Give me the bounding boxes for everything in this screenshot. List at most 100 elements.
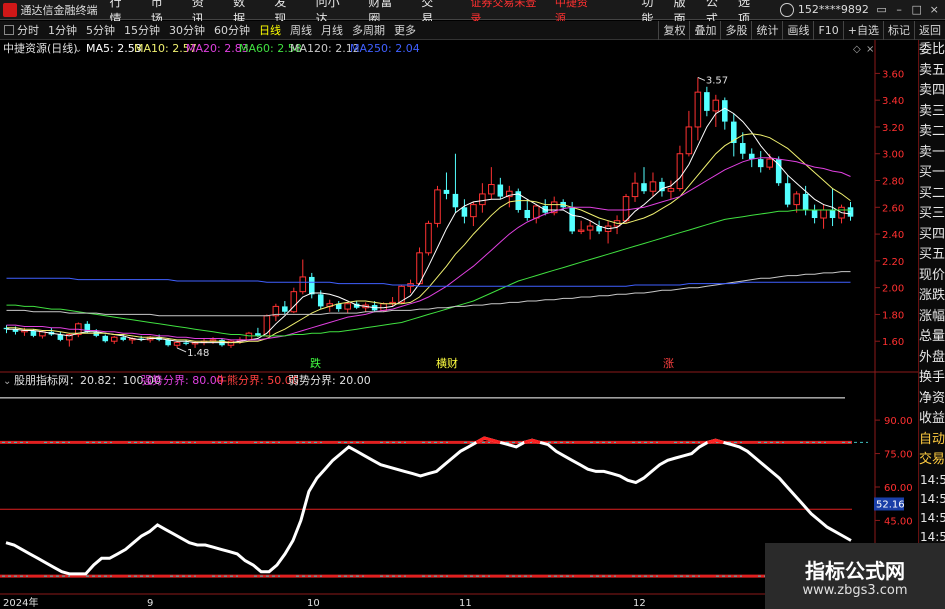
indicator-tick-label: 60.00 [884, 483, 913, 494]
quote-row-label: 委比 [919, 42, 945, 57]
quote-row-label: 现价 [919, 267, 945, 283]
chart-background [0, 40, 918, 609]
mark-button[interactable]: 标记 [883, 21, 914, 40]
candle-body-down [722, 100, 728, 122]
price-tick-label: 3.60 [882, 69, 904, 80]
candle-body-down [57, 334, 64, 340]
period-toolbar: 分时 1分钟 5分钟 15分钟 30分钟 60分钟 日线 周线 月线 多周期 更… [0, 21, 945, 40]
candle-body-up [470, 204, 477, 218]
date-tick: 2024年 [3, 596, 38, 609]
candle-body-down [461, 207, 468, 217]
quote-row-label: 外盘 [919, 349, 945, 365]
weak-threshold-label: 弱势分界: 20.00 [288, 374, 371, 387]
period-multi[interactable]: 多周期 [352, 22, 385, 38]
close-icon[interactable]: × [927, 3, 941, 16]
maximize-icon[interactable]: □ [910, 3, 924, 16]
quote-row-label: 买三 [919, 206, 945, 221]
candle-body-up [820, 209, 827, 219]
auto-trade-label[interactable]: 自动 [919, 430, 945, 451]
candle-body-up [793, 193, 800, 206]
period-intraday[interactable]: 分时 [17, 22, 39, 38]
watermark-url: www.zbgs3.com [802, 583, 908, 598]
multi-stock-button[interactable]: 多股 [720, 21, 751, 40]
quote-row-label: 卖三 [919, 103, 945, 119]
trade-label[interactable]: 交易 [919, 450, 945, 471]
candle-body-up [299, 276, 307, 293]
candle-body-down [569, 207, 575, 232]
candle-body-up [766, 158, 773, 168]
indicator-tick-label: 75.00 [884, 450, 913, 461]
price-tick-label: 1.60 [882, 337, 904, 348]
quote-row-label: 买五 [919, 247, 945, 262]
trade-time: 14:56 [920, 510, 945, 525]
user-name[interactable]: 152****9892 [798, 3, 869, 16]
period-1min[interactable]: 1分钟 [48, 22, 77, 38]
period-daily[interactable]: 日线 [259, 22, 281, 38]
candle-body-up [425, 222, 432, 254]
period-60min[interactable]: 60分钟 [214, 22, 250, 38]
candle-body-down [30, 330, 37, 336]
close-pane-icon[interactable]: × [866, 44, 874, 55]
chart-area[interactable]: 中捷资源(日线) ⌄ MA5: 2.53 MA10: 2.57 MA20: 2.… [0, 40, 918, 609]
candle-body-up [488, 184, 495, 195]
quote-row-label: 总量 [919, 329, 945, 344]
quote-side-panel: 委比 卖五 卖四 卖三 卖二 卖一 买一 买二 买三 买四 买五 现价 涨跌 涨幅 总量 外盘 换手 净资 收益 自动… [918, 40, 945, 609]
overlay-button[interactable]: 叠加 [689, 21, 720, 40]
quote-row-label: 卖四 [919, 83, 945, 98]
period-15min[interactable]: 15分钟 [124, 22, 160, 38]
back-button[interactable]: 返回 [914, 21, 945, 40]
candle-body-up [631, 182, 639, 198]
candle-body-down [784, 183, 791, 205]
price-tick-label: 3.20 [882, 123, 904, 134]
quote-row-label: 净资 [919, 390, 945, 406]
grid-icon[interactable] [4, 25, 14, 35]
indicator-current: 52.16 [874, 497, 905, 511]
settings-icon[interactable]: ◇ [853, 44, 861, 55]
mid-threshold-label: 牛熊分界: 50.00 [216, 373, 299, 387]
price-tick-label: 3.40 [882, 96, 904, 107]
minimize-icon[interactable]: – [892, 3, 906, 16]
candle-body-down [443, 189, 450, 194]
period-more[interactable]: 更多 [394, 22, 416, 38]
candle-body-down [704, 92, 710, 111]
f10-button[interactable]: F10 [813, 21, 842, 40]
strong-threshold-label: 强势分界: 80.00 [141, 374, 224, 387]
period-monthly[interactable]: 月线 [321, 22, 343, 38]
candle-body-down [308, 276, 315, 295]
candle-body-up [434, 189, 441, 224]
stats-button[interactable]: 统计 [751, 21, 782, 40]
watermark-title: 指标公式网 [805, 559, 905, 583]
candle-body-up [586, 225, 594, 231]
candle-body-down [811, 209, 818, 219]
candle-body-up [667, 188, 675, 192]
candle-body-down [802, 193, 809, 210]
adjust-button[interactable]: 复权 [658, 21, 689, 40]
quote-row-label: 买一 [919, 165, 945, 180]
candle-body-up [173, 342, 181, 346]
indicator-settings-icon[interactable]: ⌄ [3, 376, 11, 387]
period-weekly[interactable]: 周线 [290, 22, 312, 38]
app-logo-icon [3, 2, 17, 17]
watermark-badge: 指标公式网 www.zbgs3.com [765, 543, 945, 609]
add-watchlist-button[interactable]: +自选 [842, 21, 883, 40]
candle-body-up [110, 336, 118, 342]
candle-body-up [694, 91, 702, 128]
candle-body-up [622, 196, 630, 222]
period-5min[interactable]: 5分钟 [86, 22, 115, 38]
restore-icon[interactable]: ▭ [875, 3, 889, 16]
quote-row-label: 涨跌 [919, 288, 945, 303]
candle-body-down [452, 193, 459, 208]
quote-row-label: 买四 [919, 226, 945, 242]
quote-row-label: 涨幅 [919, 308, 945, 324]
chevron-down-icon[interactable]: ⌄ [74, 44, 82, 55]
current-value-label: 52.16 [876, 499, 905, 510]
user-icon[interactable] [780, 2, 794, 17]
date-tick: 12 [633, 598, 646, 609]
candle-body-down [739, 143, 746, 154]
quote-row-label: 卖五 [919, 62, 945, 78]
draw-button[interactable]: 画线 [782, 21, 813, 40]
low-price-label: 1.48 [187, 348, 209, 359]
candle-body-down [757, 159, 764, 168]
quote-row-label: 卖一 [919, 144, 945, 160]
period-30min[interactable]: 30分钟 [169, 22, 205, 38]
